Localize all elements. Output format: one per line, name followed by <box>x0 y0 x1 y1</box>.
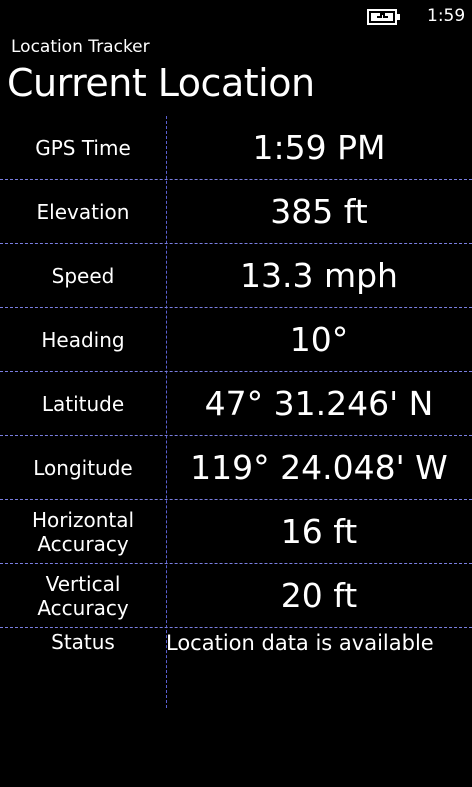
horizontal-accuracy-value: 16 ft <box>280 512 358 551</box>
row-longitude: Longitude 119° 24.048' W <box>0 436 472 500</box>
row-latitude: Latitude 47° 31.246' N <box>0 372 472 436</box>
status-clock: 1:59 <box>427 6 466 26</box>
heading-value: 10° <box>289 320 349 359</box>
status-label: Status <box>51 630 115 654</box>
row-gps-time: GPS Time 1:59 PM <box>0 116 472 180</box>
row-horizontal-accuracy: Horizontal Accuracy 16 ft <box>0 500 472 564</box>
elevation-label: Elevation <box>36 200 130 224</box>
heading-label: Heading <box>41 328 125 352</box>
vertical-accuracy-label: Vertical Accuracy <box>37 572 129 620</box>
speed-value: 13.3 mph <box>240 256 398 295</box>
battery-charging-icon <box>367 9 400 25</box>
row-elevation: Elevation 385 ft <box>0 180 472 244</box>
row-heading: Heading 10° <box>0 308 472 372</box>
location-grid: GPS Time 1:59 PM Elevation 385 ft Speed … <box>0 116 472 708</box>
row-vertical-accuracy: Vertical Accuracy 20 ft <box>0 564 472 628</box>
longitude-value: 119° 24.048' W <box>190 448 448 487</box>
horizontal-accuracy-label: Horizontal Accuracy <box>31 508 135 556</box>
vertical-accuracy-value: 20 ft <box>280 576 358 615</box>
elevation-value: 385 ft <box>270 192 368 231</box>
app-title: Location Tracker <box>11 37 150 57</box>
status-bar: 1:59 <box>0 0 472 34</box>
latitude-value: 47° 31.246' N <box>204 384 434 423</box>
speed-label: Speed <box>51 264 115 288</box>
gps-time-value: 1:59 PM <box>252 128 386 167</box>
row-speed: Speed 13.3 mph <box>0 244 472 308</box>
row-status: Status Location data is available <box>0 628 472 692</box>
latitude-label: Latitude <box>41 392 125 416</box>
status-value: Location data is available <box>166 631 434 655</box>
gps-time-label: GPS Time <box>35 136 131 160</box>
longitude-label: Longitude <box>33 456 133 480</box>
page-title: Current Location <box>7 61 315 105</box>
